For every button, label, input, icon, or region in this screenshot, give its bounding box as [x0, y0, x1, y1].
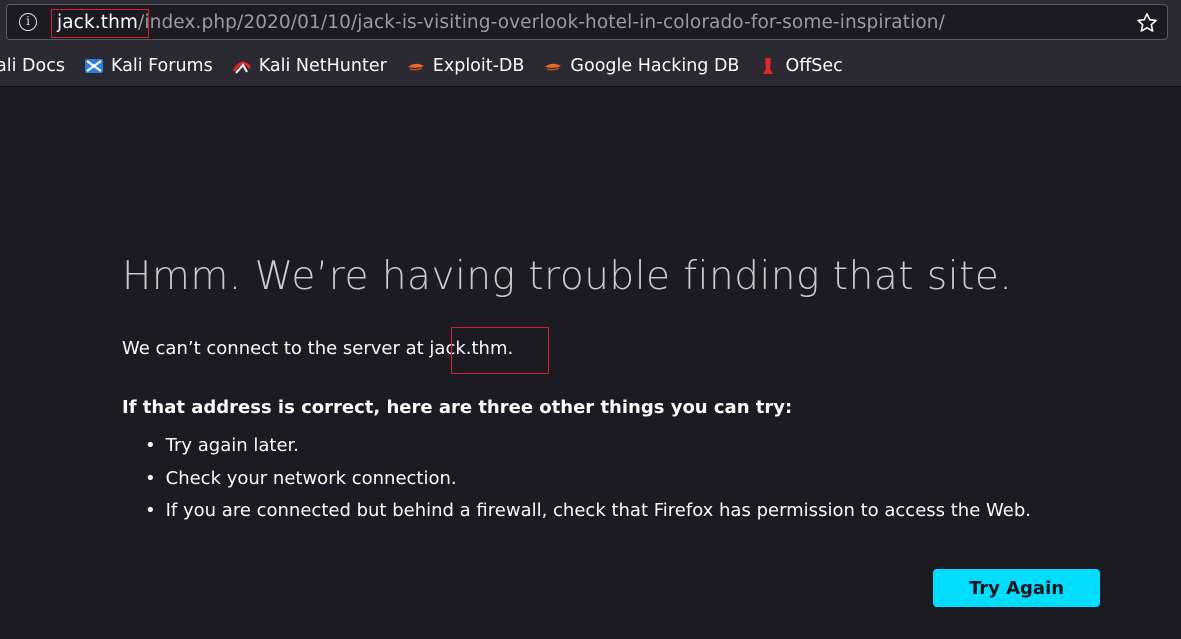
error-description-prefix: We can’t connect to the server at	[122, 338, 430, 359]
url-text[interactable]: jack.thm/index.php/2020/01/10/jack-is-vi…	[57, 12, 945, 34]
kali-nethunter-icon	[232, 61, 251, 74]
site-info-icon[interactable]: i	[19, 13, 37, 31]
google-hacking-db-icon	[545, 63, 562, 71]
url-bar[interactable]: i jack.thm/index.php/2020/01/10/jack-is-…	[6, 4, 1168, 40]
bookmark-label: Kali NetHunter	[258, 56, 387, 76]
bookmark-label: Kali Forums	[110, 56, 213, 76]
list-item: If you are connected but behind a firewa…	[145, 500, 1031, 533]
bookmark-kali-nethunter[interactable]: Kali NetHunter	[231, 56, 387, 76]
list-item: Check your network connection.	[145, 468, 1031, 501]
exploit-db-icon	[407, 63, 424, 71]
error-page: Hmm. We’re having trouble finding that s…	[0, 87, 1181, 639]
list-item: Try again later.	[145, 435, 1031, 468]
bookmark-label: Exploit-DB	[432, 56, 525, 76]
host-annotation-box	[451, 327, 549, 374]
bookmark-label: Google Hacking DB	[570, 56, 740, 76]
kali-forums-icon	[84, 59, 103, 73]
bookmark-kali-docs[interactable]: ali Docs	[0, 56, 65, 76]
bookmark-star-icon[interactable]	[1135, 11, 1159, 35]
bookmark-google-hacking-db[interactable]: Google Hacking DB	[542, 56, 739, 76]
bookmark-label: ali Docs	[0, 56, 65, 76]
try-again-button[interactable]: Try Again	[933, 569, 1100, 607]
url-path: /index.php/2020/01/10/jack-is-visiting-o…	[138, 12, 945, 33]
bookmark-exploit-db[interactable]: Exploit-DB	[405, 56, 525, 76]
bookmark-offsec[interactable]: OffSec	[757, 56, 843, 76]
browser-toolbar: i jack.thm/index.php/2020/01/10/jack-is-…	[0, 0, 1181, 87]
tips-list: Try again later. Check your network conn…	[145, 435, 1031, 533]
tips-heading: If that address is correct, here are thr…	[122, 397, 793, 418]
bookmark-kali-forums[interactable]: Kali Forums	[83, 56, 213, 76]
url-host: jack.thm	[57, 12, 139, 33]
bookmark-label: OffSec	[785, 56, 843, 76]
error-title: Hmm. We’re having trouble finding that s…	[122, 254, 1013, 299]
bookmarks-toolbar: ali Docs Kali Forums Kali NetHunter Expl…	[0, 50, 1181, 82]
offsec-icon	[763, 58, 774, 74]
